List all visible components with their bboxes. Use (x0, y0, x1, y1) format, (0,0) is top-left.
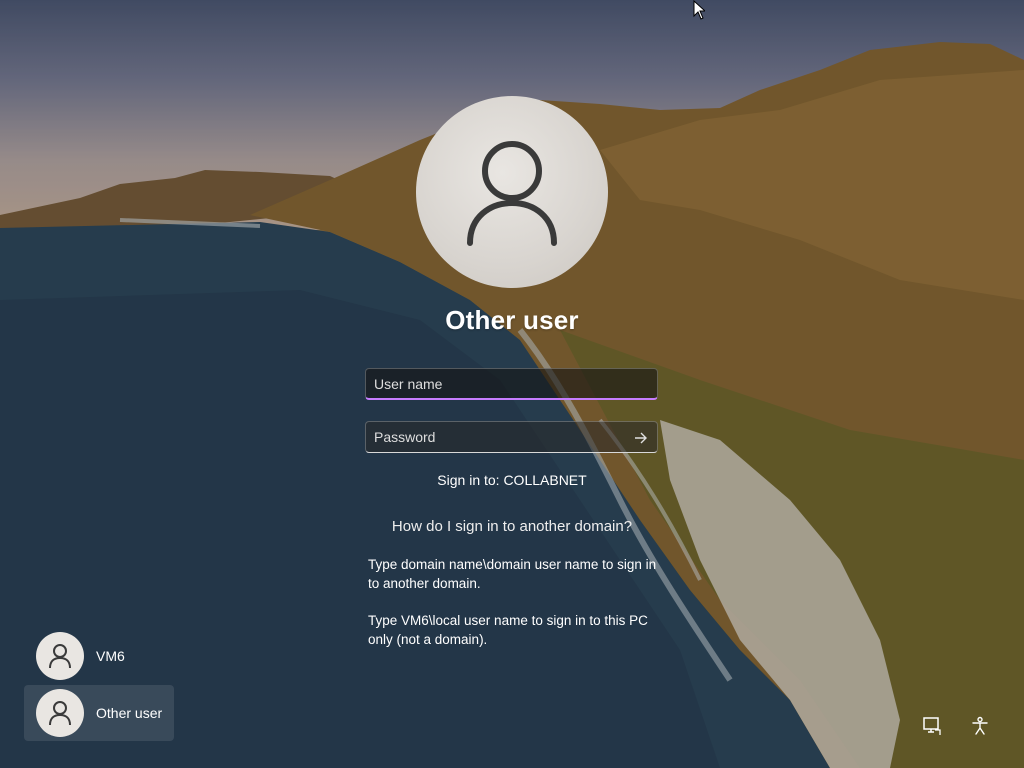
help-text-local: Type VM6\local user name to sign in to t… (368, 613, 648, 647)
username-field-container (365, 368, 658, 400)
arrow-right-icon (635, 432, 647, 444)
username-input[interactable] (366, 369, 657, 398)
network-icon (923, 717, 941, 735)
accessibility-button[interactable] (968, 714, 992, 738)
user-avatar-icon (49, 644, 71, 669)
large-user-avatar (416, 96, 608, 288)
user-avatar-icon (49, 701, 71, 726)
user-tile-label: VM6 (96, 648, 125, 664)
mouse-pointer-icon (693, 0, 705, 20)
avatar (36, 689, 84, 737)
user-tile-vm6[interactable]: VM6 (24, 628, 174, 684)
network-button[interactable] (920, 714, 944, 738)
user-tile-other-user[interactable]: Other user (24, 685, 174, 741)
avatar (36, 632, 84, 680)
another-domain-help-link[interactable]: How do I sign in to another domain? (0, 518, 1024, 535)
password-input[interactable] (366, 422, 657, 452)
help-text-domain: Type domain name\domain user name to sig… (368, 557, 657, 591)
accessibility-icon (972, 716, 988, 735)
selected-user-name: Other user (445, 305, 579, 335)
submit-button[interactable] (631, 428, 651, 448)
user-avatar-icon (467, 141, 557, 246)
sign-in-domain-label: Sign in to: COLLABNET (437, 472, 587, 488)
user-tile-label: Other user (96, 705, 163, 721)
password-field-container (365, 421, 658, 453)
